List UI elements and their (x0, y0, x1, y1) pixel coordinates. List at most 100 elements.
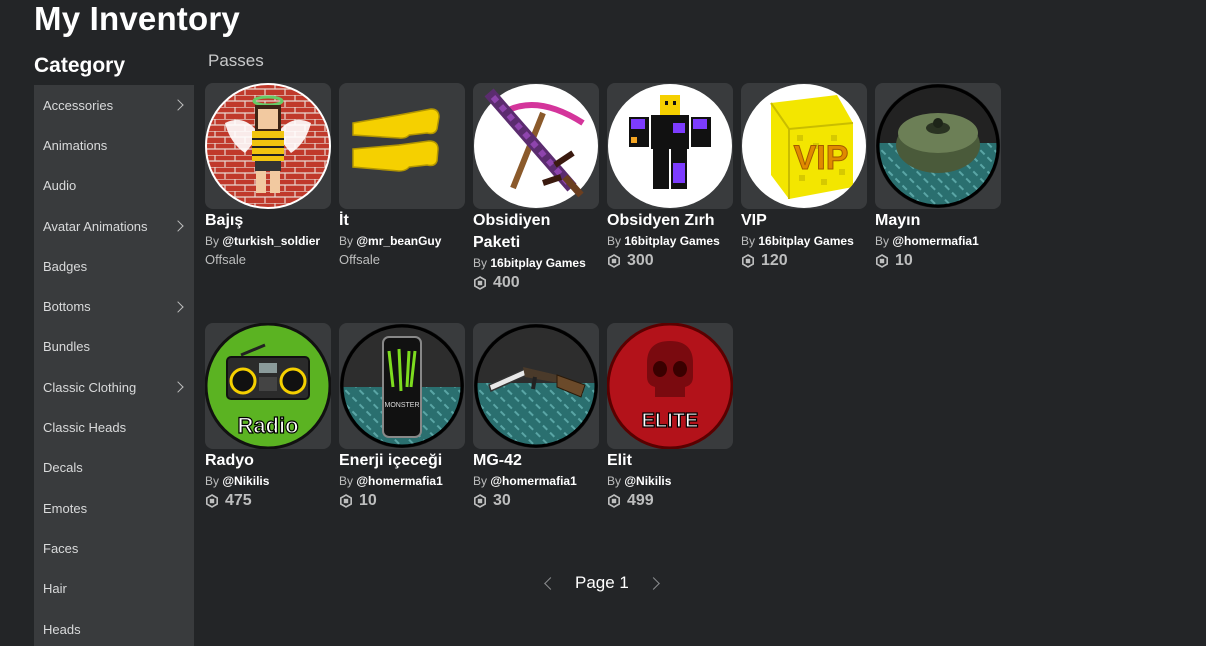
page-title: My Inventory (34, 0, 240, 37)
item-thumbnail[interactable] (875, 83, 1001, 209)
creator-link[interactable]: 16bitplay Games (624, 234, 719, 248)
item-creator: By 16bitplay Games (473, 256, 586, 270)
item-name[interactable]: Obsidyen Zırh (607, 210, 733, 232)
sidebar-item-label: Audio (43, 178, 77, 194)
pagination: Page 1 (540, 573, 660, 593)
sidebar-item-hair[interactable]: Hair (34, 569, 194, 609)
item-card[interactable]: Mayın By @homermafia1 10 (875, 83, 1001, 271)
robux-icon (608, 254, 620, 268)
skull-elite-icon: ELITE (607, 323, 733, 449)
elite-label: ELITE (642, 410, 699, 432)
previous-page-icon[interactable] (544, 576, 557, 590)
chevron-right-icon (172, 220, 184, 232)
item-card[interactable]: MG-42 By @homermafia1 30 (473, 323, 599, 511)
item-name[interactable]: Radyo (205, 450, 331, 472)
sidebar-item-accessories[interactable]: Accessories (34, 85, 194, 125)
sidebar-item-bundles[interactable]: Bundles (34, 327, 194, 367)
sidebar-item-label: Heads (43, 621, 81, 637)
landmine-icon (876, 84, 1000, 208)
sidebar-item-label: Hair (43, 581, 67, 597)
sidebar-item-label: Classic Clothing (43, 379, 137, 395)
item-name[interactable]: Obsidiyen Paketi (473, 210, 599, 254)
creator-link[interactable]: @Nikilis (222, 474, 269, 488)
item-card[interactable]: Obsidyen Zırh By 16bitplay Games 300 (607, 83, 733, 271)
item-name[interactable]: İt (339, 210, 465, 232)
vip-block-icon: VIP (742, 84, 866, 208)
item-name[interactable]: VIP (741, 210, 867, 232)
sidebar-item-label: Animations (43, 137, 108, 153)
offsale-label: Offsale (205, 252, 246, 267)
creator-link[interactable]: @turkish_soldier (222, 234, 320, 248)
item-creator: By @homermafia1 (875, 234, 979, 248)
item-thumbnail[interactable] (607, 83, 733, 209)
next-page-icon[interactable] (647, 576, 660, 590)
sidebar-item-label: Faces (43, 540, 79, 556)
section-title: Passes (208, 51, 264, 70)
sidebar-item-faces[interactable]: Faces (34, 528, 194, 568)
offsale-label: Offsale (339, 252, 380, 267)
item-name[interactable]: Enerji içeceği (339, 450, 465, 472)
item-card[interactable]: ELITE Elit By @Nikilis 499 (607, 323, 733, 511)
sidebar-item-label: Badges (43, 258, 88, 274)
creator-link[interactable]: @homermafia1 (356, 474, 442, 488)
monster-label: MONSTER (385, 402, 420, 409)
item-name[interactable]: Mayın (875, 210, 1001, 232)
sidebar-item-label: Accessories (43, 97, 114, 113)
robux-icon (340, 494, 352, 508)
item-card[interactable]: Radio Radyo By @Nikilis 475 (205, 323, 331, 511)
creator-link[interactable]: @homermafia1 (892, 234, 978, 248)
item-thumbnail[interactable]: VIP (741, 83, 867, 209)
item-price: 475 (205, 491, 331, 511)
girl-avatar-icon (205, 83, 331, 209)
sidebar-item-badges[interactable]: Badges (34, 246, 194, 286)
robux-icon (742, 254, 754, 268)
creator-link[interactable]: 16bitplay Games (758, 234, 853, 248)
sidebar-item-classic-heads[interactable]: Classic Heads (34, 407, 194, 447)
sidebar-item-audio[interactable]: Audio (34, 166, 194, 206)
item-name[interactable]: Elit (607, 450, 733, 472)
sidebar-item-label: Bottoms (43, 299, 91, 315)
creator-link[interactable]: @Nikilis (624, 474, 671, 488)
page-label: Page 1 (575, 573, 629, 592)
item-price: 10 (875, 251, 1001, 271)
item-card[interactable]: Bajış By @turkish_soldier Offsale (205, 83, 331, 269)
item-card[interactable]: İt By @mr_beanGuy Offsale (339, 83, 465, 269)
item-card[interactable]: VIP VIP By 16bitplay Games 120 (741, 83, 867, 271)
item-thumbnail[interactable]: MONSTER (339, 323, 465, 449)
sidebar-item-emotes[interactable]: Emotes (34, 488, 194, 528)
chevron-right-icon (172, 300, 184, 313)
item-thumbnail[interactable] (473, 323, 599, 449)
item-creator: By @Nikilis (205, 474, 270, 488)
sidebar-item-classic-clothing[interactable]: Classic Clothing (34, 367, 194, 407)
item-thumbnail[interactable] (339, 83, 465, 209)
item-thumbnail[interactable]: Radio (205, 323, 331, 449)
sidebar-item-animations[interactable]: Animations (34, 125, 194, 165)
robux-icon (876, 254, 888, 268)
sidebar-item-avatar-animations[interactable]: Avatar Animations (34, 206, 194, 246)
item-creator: By @homermafia1 (339, 474, 443, 488)
item-creator: By @homermafia1 (473, 474, 577, 488)
sidebar-item-label: Decals (43, 460, 83, 476)
sidebar-item-heads[interactable]: Heads (34, 609, 194, 646)
item-creator: By @mr_beanGuy (339, 234, 442, 248)
creator-link[interactable]: @homermafia1 (490, 474, 576, 488)
sidebar-item-label: Emotes (43, 500, 88, 516)
item-price: 499 (607, 491, 733, 511)
radio-icon: Radio (205, 323, 331, 449)
energy-drink-icon: MONSTER (340, 324, 464, 448)
creator-link[interactable]: 16bitplay Games (490, 256, 585, 270)
radio-label: Radio (237, 413, 298, 438)
item-thumbnail[interactable] (473, 83, 599, 209)
item-thumbnail[interactable] (205, 83, 331, 209)
item-creator: By @Nikilis (607, 474, 672, 488)
item-card[interactable]: MONSTER Enerji içeceği By @homermafia1 1… (339, 323, 465, 511)
item-name[interactable]: Bajış (205, 210, 331, 232)
item-name[interactable]: MG-42 (473, 450, 599, 472)
creator-link[interactable]: @mr_beanGuy (356, 234, 441, 248)
robux-icon (474, 494, 486, 508)
item-thumbnail[interactable]: ELITE (607, 323, 733, 449)
sidebar-item-decals[interactable]: Decals (34, 448, 194, 488)
category-sidebar: Accessories Animations Audio Avatar Anim… (34, 85, 194, 646)
sidebar-item-bottoms[interactable]: Bottoms (34, 286, 194, 326)
item-card[interactable]: Obsidiyen Paketi By 16bitplay Games 400 (473, 83, 599, 293)
